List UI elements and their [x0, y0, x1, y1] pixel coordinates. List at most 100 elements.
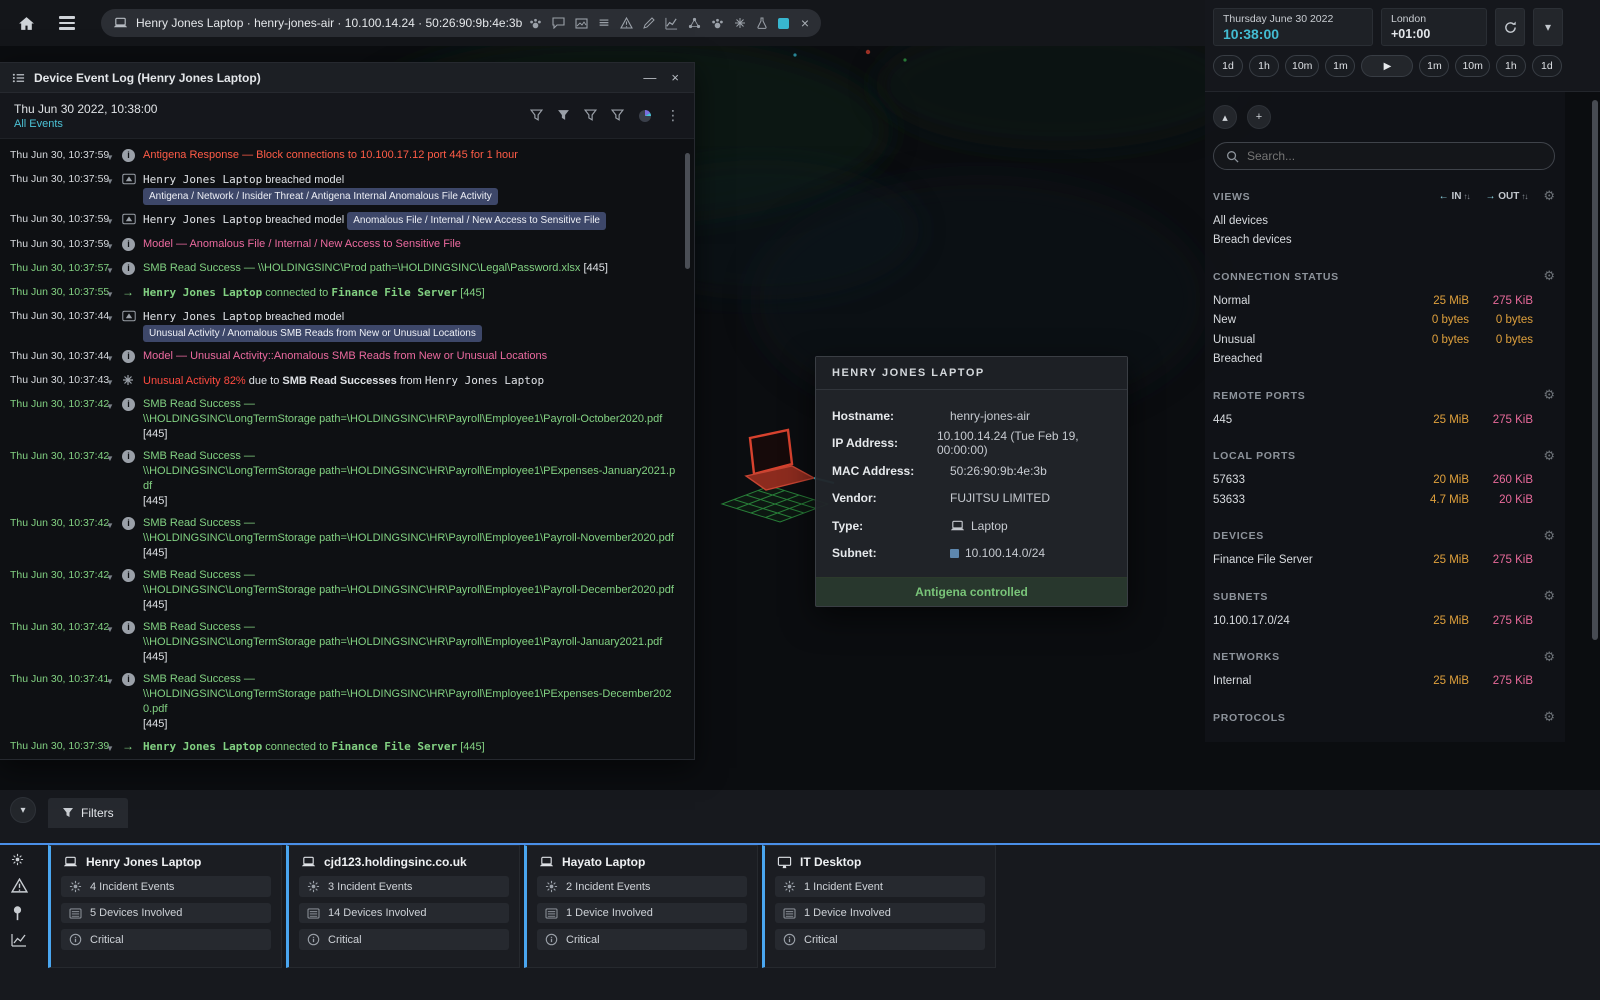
- time-preset-1d[interactable]: 1d: [1213, 55, 1243, 77]
- incident-stat[interactable]: 1 Incident Event: [775, 876, 985, 897]
- section-settings-gear-icon[interactable]: ⚙: [1543, 589, 1555, 604]
- section-settings-gear-icon[interactable]: ⚙: [1543, 710, 1555, 725]
- time-preset-1m[interactable]: 1m: [1419, 55, 1449, 77]
- filters-button[interactable]: Filters: [48, 798, 128, 828]
- filter-icon[interactable]: [557, 109, 570, 122]
- comment-icon[interactable]: [552, 17, 565, 29]
- tag-paw-icon[interactable]: [529, 17, 542, 30]
- pinned-icon[interactable]: [11, 905, 28, 921]
- event-row[interactable]: Thu Jun 30, 10:37:41▼iSMB Read Success —…: [0, 669, 694, 736]
- event-expand-chevron-icon[interactable]: ▼: [106, 373, 122, 390]
- section-settings-gear-icon[interactable]: ⚙: [1543, 388, 1555, 403]
- graph-icon[interactable]: [665, 17, 678, 30]
- event-expand-chevron-icon[interactable]: ▼: [106, 285, 122, 302]
- event-row[interactable]: Thu Jun 30, 10:37:42▼iSMB Read Success —…: [0, 617, 694, 669]
- sort-out-control[interactable]: → OUT↑↓: [1485, 191, 1527, 202]
- event-log-titlebar[interactable]: Device Event Log (Henry Jones Laptop) — …: [0, 63, 694, 93]
- section-settings-gear-icon[interactable]: ⚙: [1543, 529, 1555, 544]
- play-button[interactable]: ▶: [1361, 55, 1413, 77]
- metric-row[interactable]: 44525 MiB275 KiB: [1213, 410, 1555, 430]
- event-row[interactable]: Thu Jun 30, 10:37:42▼iSMB Read Success —…: [0, 446, 694, 513]
- alerts-icon[interactable]: [620, 17, 633, 29]
- section-settings-gear-icon[interactable]: ⚙: [1543, 269, 1555, 284]
- menu-icon[interactable]: [59, 16, 75, 30]
- event-row[interactable]: Thu Jun 30, 10:37:43▼Unusual Activity 82…: [0, 370, 694, 394]
- media-icon[interactable]: [575, 18, 588, 29]
- sort-in-control[interactable]: ← IN↑↓: [1439, 191, 1470, 202]
- metric-row[interactable]: Finance File Server25 MiB275 KiB: [1213, 551, 1555, 571]
- event-expand-chevron-icon[interactable]: ▼: [106, 672, 122, 689]
- metric-row[interactable]: Internal25 MiB275 KiB: [1213, 672, 1555, 692]
- incident-stat[interactable]: 2 Incident Events: [537, 876, 747, 897]
- filter-export-icon[interactable]: [530, 109, 543, 122]
- event-row[interactable]: Thu Jun 30, 10:37:42▼iSMB Read Success —…: [0, 565, 694, 617]
- more-options-icon[interactable]: ⋮: [666, 109, 680, 123]
- close-icon[interactable]: ×: [668, 71, 682, 84]
- world-breakdown-icon[interactable]: [638, 109, 652, 123]
- event-row[interactable]: Thu Jun 30, 10:37:59▼Henry Jones Laptop …: [0, 168, 694, 209]
- refresh-button[interactable]: [1495, 8, 1525, 46]
- model-breach-badge[interactable]: Anomalous File / Internal / New Access t…: [347, 212, 606, 230]
- summary-list-icon[interactable]: ≡: [598, 16, 610, 30]
- metric-row[interactable]: Breached: [1213, 350, 1555, 370]
- metric-row[interactable]: Unusual0 bytes0 bytes: [1213, 330, 1555, 350]
- incident-stat[interactable]: 1 Device Involved: [775, 903, 985, 923]
- tray-collapse-button[interactable]: ▾: [10, 797, 36, 823]
- model-breach-badge[interactable]: Antigena / Network / Insider Threat / An…: [143, 188, 498, 206]
- incident-stat[interactable]: Critical: [299, 929, 509, 950]
- filter-add-icon[interactable]: [584, 109, 597, 122]
- event-row[interactable]: Thu Jun 30, 10:37:42▼iSMB Read Success —…: [0, 394, 694, 446]
- timezone-display[interactable]: London +01:00: [1381, 8, 1487, 46]
- search-input[interactable]: [1247, 149, 1542, 163]
- omnisearch-close-icon[interactable]: ×: [801, 16, 809, 30]
- sidebar-view-item[interactable]: Breach devices: [1213, 231, 1555, 251]
- event-expand-chevron-icon[interactable]: ▼: [106, 349, 122, 366]
- metric-row[interactable]: 10.100.17.0/2425 MiB275 KiB: [1213, 611, 1555, 631]
- sidebar-view-item[interactable]: All devices: [1213, 211, 1555, 231]
- metric-row[interactable]: 5763320 MiB260 KiB: [1213, 471, 1555, 491]
- edit-icon[interactable]: [643, 17, 655, 29]
- event-row[interactable]: Thu Jun 30, 10:37:59▼iAntigena Response …: [0, 144, 694, 168]
- event-row[interactable]: Thu Jun 30, 10:37:44▼Henry Jones Laptop …: [0, 305, 694, 346]
- event-expand-chevron-icon[interactable]: ▼: [106, 309, 122, 326]
- event-expand-chevron-icon[interactable]: ▼: [106, 237, 122, 254]
- views-settings-gear-icon[interactable]: ⚙: [1543, 189, 1555, 204]
- page-scrollbar[interactable]: [1592, 100, 1598, 640]
- incident-stat[interactable]: 1 Device Involved: [537, 903, 747, 923]
- event-expand-chevron-icon[interactable]: ▼: [106, 568, 122, 585]
- antigena-paw-icon[interactable]: [711, 17, 724, 30]
- time-preset-1m[interactable]: 1m: [1325, 55, 1355, 77]
- viewport-icon[interactable]: [778, 18, 789, 29]
- incident-card[interactable]: Hayato Laptop2 Incident Events1 Device I…: [524, 845, 758, 968]
- datetime-display[interactable]: Thursday June 30 2022 10:38:00: [1213, 8, 1373, 46]
- freeze-icon[interactable]: [734, 17, 746, 29]
- event-log-scrollbar[interactable]: [685, 153, 690, 269]
- window-menu-icon[interactable]: [12, 72, 25, 84]
- sidebar-search[interactable]: [1213, 142, 1555, 170]
- metric-row[interactable]: Normal25 MiB275 KiB: [1213, 291, 1555, 311]
- home-icon[interactable]: [18, 16, 35, 31]
- collapse-panel-button[interactable]: ▴: [1213, 105, 1237, 129]
- event-row[interactable]: Thu Jun 30, 10:37:39▼→Henry Jones Laptop…: [0, 736, 694, 760]
- all-events-link[interactable]: All Events: [14, 118, 530, 130]
- section-settings-gear-icon[interactable]: ⚙: [1543, 449, 1555, 464]
- metric-row[interactable]: New0 bytes0 bytes: [1213, 311, 1555, 331]
- incident-stat[interactable]: 14 Devices Involved: [299, 903, 509, 923]
- omnisearch-bar[interactable]: Henry Jones Laptop · henry-jones-air · 1…: [101, 9, 821, 37]
- event-row[interactable]: Thu Jun 30, 10:37:42▼iSMB Read Success —…: [0, 513, 694, 565]
- time-panel-expand-icon[interactable]: ▾: [1533, 8, 1563, 46]
- event-row[interactable]: Thu Jun 30, 10:37:59▼iModel — Anomalous …: [0, 233, 694, 257]
- experiment-icon[interactable]: [756, 17, 768, 29]
- event-expand-chevron-icon[interactable]: ▼: [106, 739, 122, 756]
- event-expand-chevron-icon[interactable]: ▼: [106, 620, 122, 637]
- event-expand-chevron-icon[interactable]: ▼: [106, 516, 122, 533]
- incident-stat[interactable]: 4 Incident Events: [61, 876, 271, 897]
- filter-block-icon[interactable]: [611, 109, 624, 122]
- time-preset-1h[interactable]: 1h: [1249, 55, 1279, 77]
- add-panel-button[interactable]: +: [1247, 105, 1271, 129]
- event-expand-chevron-icon[interactable]: ▼: [106, 449, 122, 466]
- event-expand-chevron-icon[interactable]: ▼: [106, 148, 122, 165]
- event-expand-chevron-icon[interactable]: ▼: [106, 212, 122, 229]
- metric-row[interactable]: 536334.7 MiB20 KiB: [1213, 490, 1555, 510]
- event-expand-chevron-icon[interactable]: ▼: [106, 261, 122, 278]
